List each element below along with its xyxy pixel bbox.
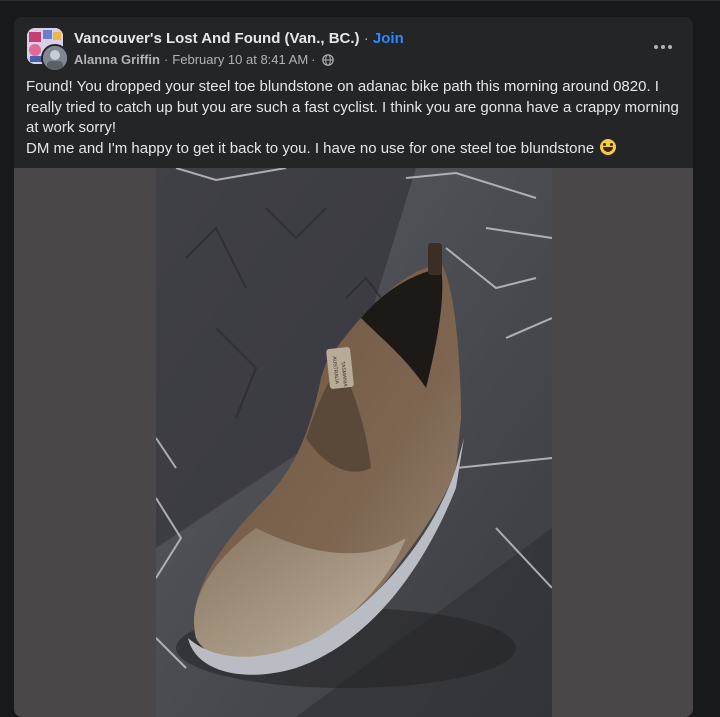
post-paragraph-1: Found! You dropped your steel toe blunds… — [26, 78, 679, 136]
separator: · — [163, 52, 169, 67]
post-card: Vancouver's Lost And Found (Van., BC.) ·… — [14, 17, 693, 717]
group-name-link[interactable]: Vancouver's Lost And Found (Van., BC.) — [74, 30, 360, 47]
top-divider — [0, 0, 720, 1]
post-header: Vancouver's Lost And Found (Van., BC.) ·… — [14, 17, 693, 77]
boot-photo-image: TASMANIA AUSTRALIA — [156, 168, 552, 717]
separator: · — [311, 52, 316, 67]
author-name-link[interactable]: Alanna Griffin — [74, 52, 160, 67]
laughing-face-emoji-icon — [600, 138, 617, 155]
post-media[interactable]: TASMANIA AUSTRALIA — [14, 168, 693, 717]
globe-icon[interactable] — [321, 53, 334, 66]
boot-photo[interactable]: TASMANIA AUSTRALIA — [156, 168, 552, 717]
more-options-icon — [654, 45, 658, 49]
more-options-dot — [668, 45, 672, 49]
group-title-line: Vancouver's Lost And Found (Van., BC.) ·… — [74, 30, 404, 47]
more-options-dot — [661, 45, 665, 49]
author-avatar[interactable] — [41, 44, 69, 72]
author-avatar-image — [43, 46, 67, 70]
post-paragraph-2-text: DM me and I'm happy to get it back to yo… — [26, 139, 595, 157]
more-options-button[interactable] — [647, 33, 679, 61]
post-body: Found! You dropped your steel toe blunds… — [26, 77, 686, 159]
join-button[interactable]: Join — [373, 30, 404, 47]
post-paragraph-2: DM me and I'm happy to get it back to yo… — [26, 138, 686, 160]
separator: · — [363, 30, 369, 47]
post-date-link[interactable]: February 10 at 8:41 AM — [172, 52, 308, 67]
post-meta: Alanna Griffin · February 10 at 8:41 AM … — [74, 52, 334, 67]
